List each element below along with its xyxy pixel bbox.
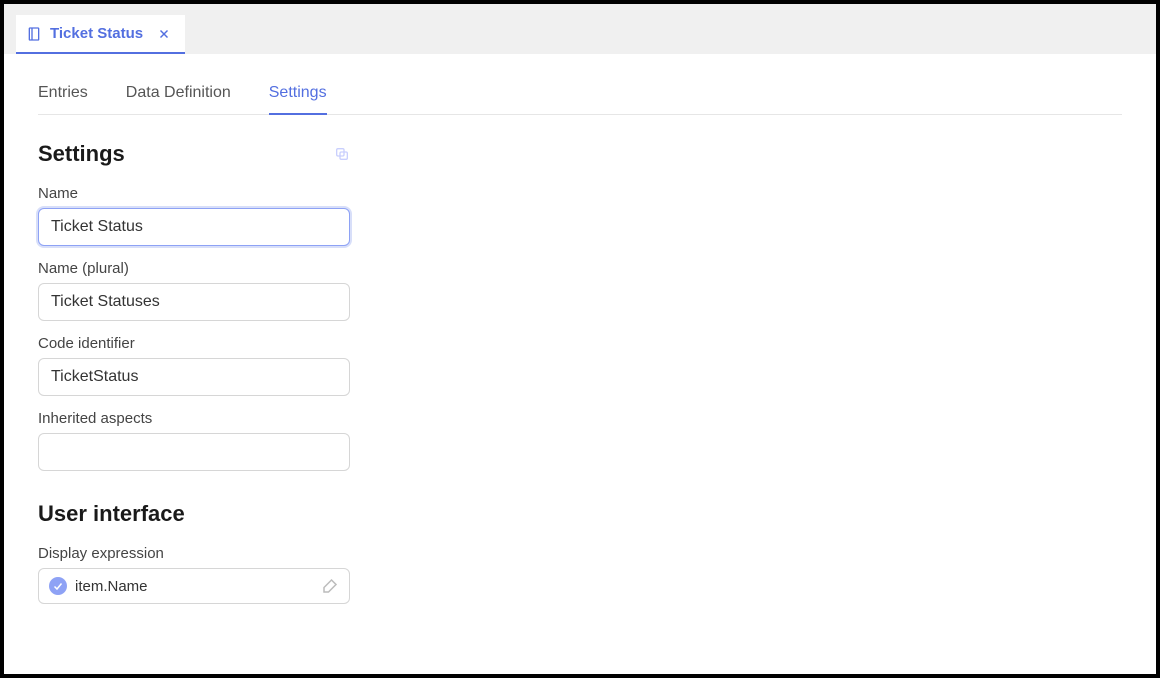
- field-display-expression: Display expression item.Name: [38, 545, 350, 604]
- tab-title: Ticket Status: [50, 25, 143, 42]
- field-inherited-aspects: Inherited aspects: [38, 410, 350, 471]
- input-code-id[interactable]: [38, 358, 350, 396]
- edit-icon[interactable]: [321, 577, 339, 595]
- tab-ticket-status[interactable]: Ticket Status: [16, 15, 185, 54]
- check-icon: [49, 577, 67, 595]
- field-code-id: Code identifier: [38, 335, 350, 396]
- close-icon[interactable]: [157, 27, 171, 41]
- sub-tabs: Entries Data Definition Settings: [38, 84, 1122, 115]
- subtab-entries[interactable]: Entries: [38, 84, 88, 114]
- label-inherited-aspects: Inherited aspects: [38, 410, 350, 427]
- field-name-plural: Name (plural): [38, 260, 350, 321]
- ui-section-title: User interface: [38, 501, 1122, 527]
- settings-section-head: Settings: [38, 141, 350, 167]
- subtab-settings[interactable]: Settings: [269, 84, 327, 114]
- label-display-expression: Display expression: [38, 545, 350, 562]
- subtab-data-definition[interactable]: Data Definition: [126, 84, 231, 114]
- input-name-plural[interactable]: [38, 283, 350, 321]
- display-expression-box[interactable]: item.Name: [38, 568, 350, 604]
- book-icon: [26, 26, 42, 42]
- input-inherited-aspects[interactable]: [38, 433, 350, 471]
- label-code-id: Code identifier: [38, 335, 350, 352]
- input-name[interactable]: [38, 208, 350, 246]
- label-name-plural: Name (plural): [38, 260, 350, 277]
- display-expression-text: item.Name: [75, 578, 313, 595]
- copy-icon[interactable]: [334, 146, 350, 162]
- settings-title: Settings: [38, 141, 125, 167]
- content-area: Entries Data Definition Settings Setting…: [4, 54, 1156, 674]
- top-tab-bar: Ticket Status: [4, 4, 1156, 54]
- field-name: Name: [38, 185, 350, 246]
- label-name: Name: [38, 185, 350, 202]
